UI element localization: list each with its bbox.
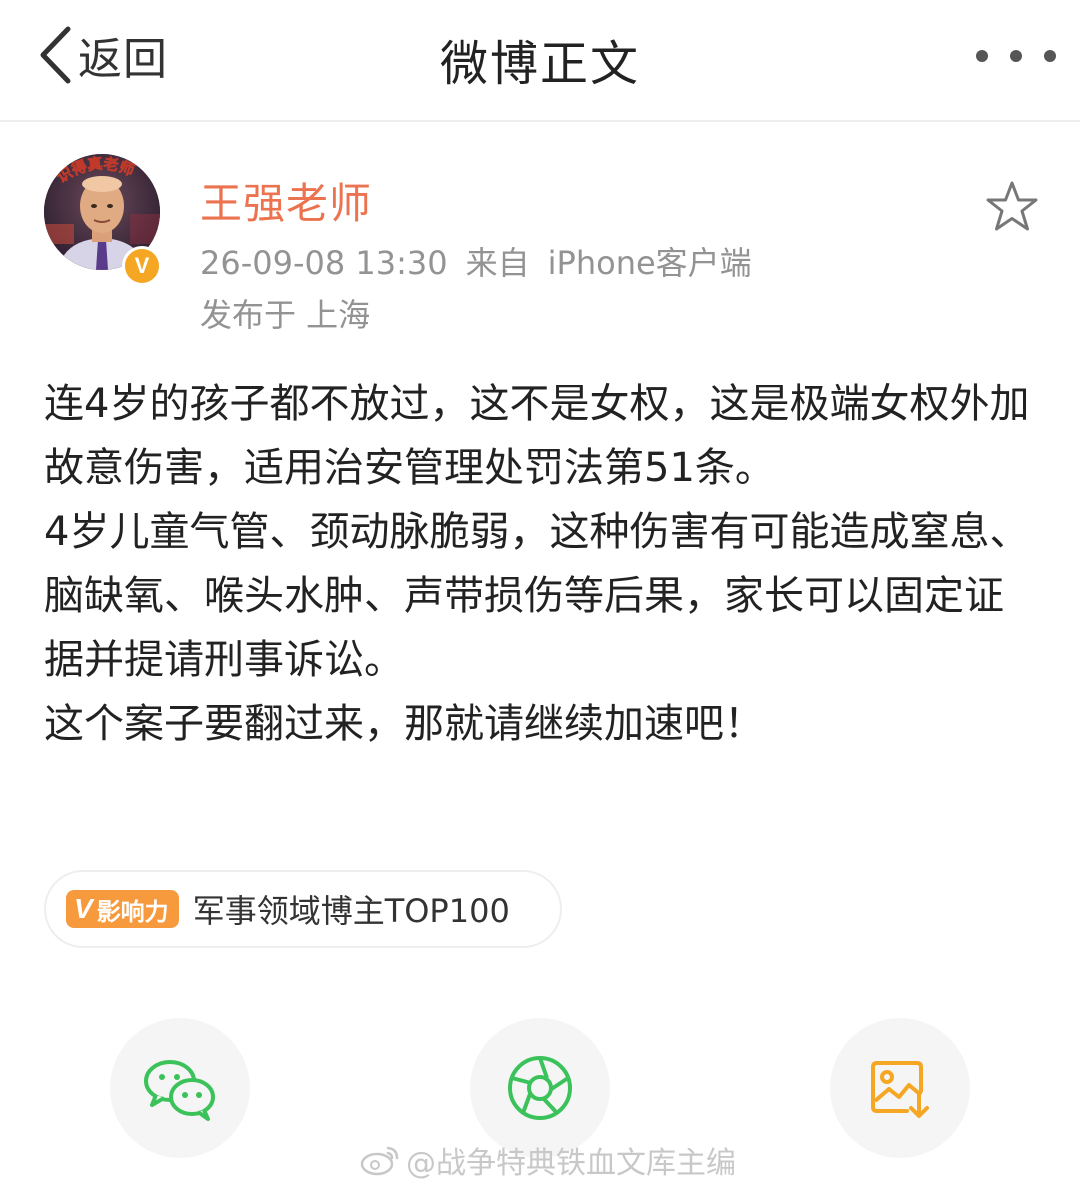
post-paragraph: 连4岁的孩子都不放过，这不是女权，这是极端女权外加故意伤害，适用治安管理处罚法第… bbox=[44, 381, 1030, 491]
back-label: 返回 bbox=[78, 34, 168, 85]
weibo-detail-page: 返回 微博正文 识得真老师 V 王强老师 26-09-08 13:30 来自 i… bbox=[0, 0, 1080, 1184]
moments-icon bbox=[508, 1056, 572, 1120]
chevron-left-icon bbox=[40, 26, 71, 84]
watermark: @战争特典铁血文库主编 bbox=[360, 1138, 736, 1182]
more-dot-icon bbox=[1044, 50, 1056, 62]
influence-tag: V 影响力 bbox=[66, 890, 179, 928]
star-icon bbox=[986, 181, 1038, 231]
source-prefix: 来自 bbox=[465, 244, 530, 282]
watermark-text: @战争特典铁血文库主编 bbox=[406, 1146, 736, 1181]
wechat-icon bbox=[144, 1060, 215, 1121]
weibo-logo-icon bbox=[360, 1146, 399, 1176]
favorite-button[interactable] bbox=[982, 178, 1042, 238]
influence-tag-label: 影响力 bbox=[96, 897, 169, 926]
more-dot-icon bbox=[1010, 50, 1022, 62]
save-image-icon bbox=[871, 1061, 929, 1118]
influence-badge[interactable]: V 影响力 军事领域博主TOP100 bbox=[44, 870, 562, 948]
more-options-button[interactable] bbox=[976, 36, 1056, 76]
post-timestamp: 26-09-08 13:30 bbox=[200, 244, 448, 282]
influence-text: 军事领域博主TOP100 bbox=[192, 892, 510, 930]
influence-v-icon: V bbox=[74, 893, 93, 924]
post-paragraph: 4岁儿童气管、颈动脉脆弱，这种伤害有可能造成窒息、脑缺氧、喉头水肿、声带损伤等后… bbox=[44, 509, 1030, 683]
post-content: 连4岁的孩子都不放过，这不是女权，这是极端女权外加故意伤害，适用治安管理处罚法第… bbox=[44, 372, 1034, 756]
share-moments-button[interactable] bbox=[470, 1018, 610, 1158]
post-location: 发布于 上海 bbox=[200, 296, 371, 334]
top-nav-bar: 返回 微博正文 bbox=[0, 0, 1080, 122]
post-source[interactable]: iPhone客户端 bbox=[548, 244, 752, 282]
save-image-button[interactable] bbox=[830, 1018, 970, 1158]
share-wechat-button[interactable] bbox=[110, 1018, 250, 1158]
post-meta: 26-09-08 13:30 来自 iPhone客户端 bbox=[200, 238, 770, 284]
post-paragraph: 这个案子要翻过来，那就请继续加速吧！ bbox=[44, 701, 764, 747]
more-dot-icon bbox=[976, 50, 988, 62]
verified-badge: V bbox=[122, 246, 162, 286]
author-name[interactable]: 王强老师 bbox=[200, 170, 372, 231]
back-button[interactable]: 返回 bbox=[38, 22, 168, 88]
